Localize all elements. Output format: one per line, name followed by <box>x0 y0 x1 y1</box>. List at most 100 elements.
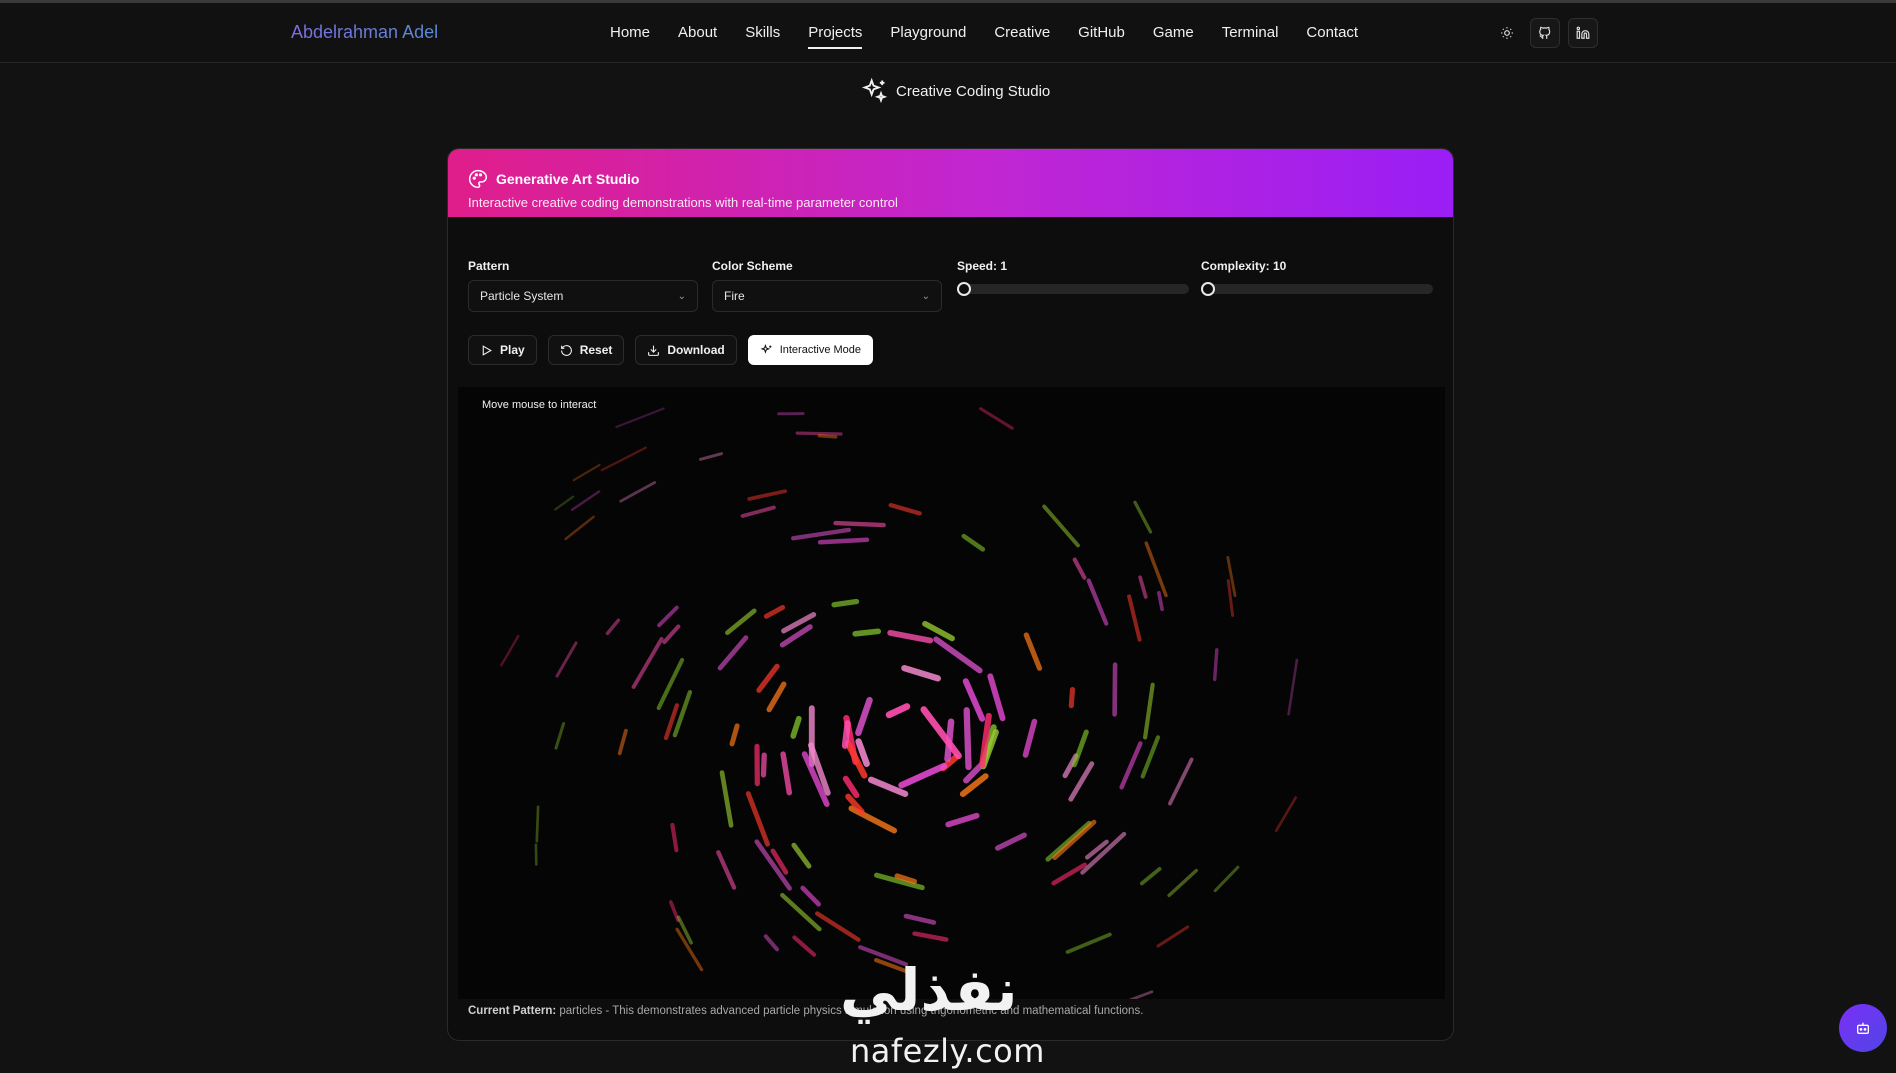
particle-streak <box>747 489 787 501</box>
particle-streak <box>535 805 540 843</box>
particle-streak <box>842 775 860 799</box>
particle-streak <box>791 527 852 541</box>
particle-streak <box>1086 578 1109 626</box>
chevron-down-icon: ⌄ <box>921 290 930 302</box>
complexity-slider-track <box>1201 284 1433 294</box>
particle-streak <box>1042 504 1080 548</box>
particle-streak <box>717 635 749 671</box>
particle-streak <box>933 636 983 674</box>
particle-streak <box>555 641 578 678</box>
particle-streak <box>791 842 812 869</box>
brand-logo[interactable]: Abdelrahman Adel <box>291 22 438 43</box>
nav-link-skills[interactable]: Skills <box>745 24 780 45</box>
particle-streak <box>1065 932 1112 954</box>
particle-streak <box>1213 648 1219 682</box>
navbar: Abdelrahman Adel Home About Skills Proje… <box>0 3 1896 63</box>
nav-link-github[interactable]: GitHub <box>1078 24 1125 45</box>
pattern-label: Pattern <box>468 259 510 273</box>
particle-streak <box>572 463 601 482</box>
particle-streak <box>1138 575 1148 599</box>
pattern-select[interactable]: Particle System ⌄ <box>468 280 698 312</box>
particle-streak <box>1112 662 1118 717</box>
sun-icon[interactable] <box>1492 18 1522 48</box>
nav-link-game[interactable]: Game <box>1153 24 1194 45</box>
controls-row: Pattern Particle System ⌄ Color Scheme F… <box>468 259 1433 319</box>
color-scheme-select[interactable]: Fire ⌄ <box>712 280 942 312</box>
particle-streak <box>657 605 679 628</box>
reset-button-label: Reset <box>579 343 613 357</box>
color-scheme-label: Color Scheme <box>712 259 793 273</box>
particle-streak <box>1023 632 1043 671</box>
reset-button[interactable]: Reset <box>547 335 625 365</box>
download-button[interactable]: Download <box>635 335 737 365</box>
play-icon <box>482 344 492 356</box>
art-canvas[interactable]: Move mouse to interact <box>458 387 1445 999</box>
particle-streak <box>885 703 911 719</box>
interactive-mode-label: Interactive Mode <box>779 344 862 356</box>
nav-link-projects[interactable]: Projects <box>808 24 863 49</box>
particle-streak <box>763 604 786 619</box>
action-buttons: Play Reset Download Interactive Mode <box>468 335 874 365</box>
speed-slider-track <box>957 284 1189 294</box>
complexity-slider[interactable] <box>1201 282 1433 296</box>
particle-streak <box>912 931 949 942</box>
footnote-text: particles - This demonstrates advanced p… <box>559 1005 1144 1017</box>
nav-link-contact[interactable]: Contact <box>1306 24 1358 45</box>
particle-streak <box>1022 718 1038 758</box>
github-icon[interactable] <box>1530 18 1560 48</box>
particle-streak <box>766 681 787 713</box>
particle-streak <box>1133 500 1153 534</box>
particle-streak <box>780 751 793 796</box>
complexity-slider-thumb[interactable] <box>1201 282 1215 296</box>
nav-link-creative[interactable]: Creative <box>994 24 1050 45</box>
particle-streak <box>1140 866 1162 886</box>
footnote-label: Current Pattern: <box>468 1005 557 1017</box>
particle-streak <box>1052 819 1097 861</box>
particle-streak <box>987 673 1006 722</box>
pattern-control: Pattern Particle System ⌄ <box>468 259 698 312</box>
play-button-label: Play <box>500 343 525 357</box>
nav-link-home[interactable]: Home <box>610 24 650 45</box>
particle-streak <box>831 598 860 608</box>
generative-art-card: Generative Art Studio Interactive creati… <box>447 148 1454 1041</box>
particle-streak <box>1287 658 1299 716</box>
nav-link-about[interactable]: About <box>678 24 717 45</box>
nav-link-playground[interactable]: Playground <box>890 24 966 45</box>
particle-streak <box>1127 594 1142 642</box>
pattern-select-value: Particle System <box>480 289 564 303</box>
linkedin-icon[interactable] <box>1568 18 1598 48</box>
particle-streak <box>792 935 817 957</box>
nav-link-terminal[interactable]: Terminal <box>1222 24 1279 45</box>
particle-streak <box>994 832 1027 851</box>
chevron-down-icon: ⌄ <box>677 290 686 302</box>
particle-streak <box>961 533 986 552</box>
particle-streak <box>1157 590 1164 612</box>
speed-slider[interactable] <box>957 282 1189 296</box>
particle-streak <box>719 770 734 828</box>
chatbot-button[interactable] <box>1839 1004 1887 1052</box>
particle-streak <box>945 812 980 828</box>
nav-links: Home About Skills Projects Playground Cr… <box>610 24 1386 49</box>
speed-slider-thumb[interactable] <box>957 282 971 296</box>
sparkles-icon <box>760 343 772 354</box>
particle-streak <box>662 624 681 645</box>
section-title: Creative Coding Studio <box>896 82 1051 100</box>
particle-streak <box>1071 729 1089 768</box>
download-button-label: Download <box>667 343 725 357</box>
particle-streak <box>670 822 679 853</box>
card-header: Generative Art Studio Interactive creati… <box>448 149 1453 217</box>
interactive-mode-button[interactable]: Interactive Mode <box>747 335 874 365</box>
particle-streak <box>615 407 665 429</box>
bot-icon <box>1857 1022 1869 1034</box>
particle-streak <box>729 723 740 747</box>
particle-streak <box>795 431 843 436</box>
particle-streak <box>815 911 861 942</box>
particle-streak <box>600 446 648 472</box>
particle-streak <box>1068 761 1095 802</box>
play-button[interactable]: Play <box>468 335 537 365</box>
particle-streak <box>1144 541 1168 598</box>
card-title: Generative Art Studio <box>496 171 640 187</box>
particle-streak <box>1045 820 1092 862</box>
particle-streak <box>855 696 873 737</box>
particle-streak <box>887 629 934 644</box>
